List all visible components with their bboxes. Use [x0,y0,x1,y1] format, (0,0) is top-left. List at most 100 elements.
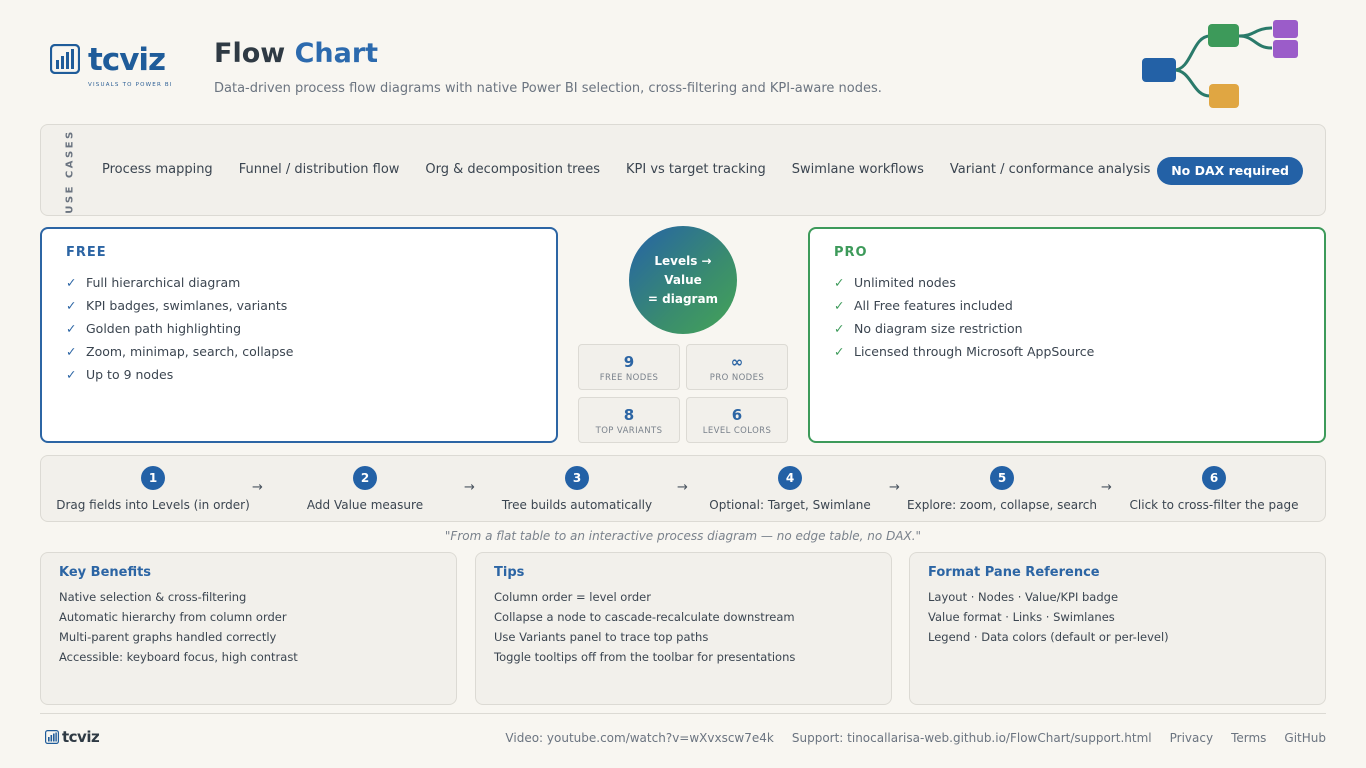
check-icon: ✓ [66,344,77,359]
feature-item: ✓ KPI badges, swimlanes, variants [66,298,293,321]
card-title: Tips [494,565,525,580]
step-label: Tree builds automatically [501,498,653,512]
stat-label: LEVEL COLORS [702,426,772,436]
use-case-item: Funnel / distribution flow [238,162,400,177]
card-title: Key Benefits [59,565,152,580]
list-item: Legend · Data colors (default or per-lev… [928,630,1169,644]
support-link[interactable]: Support: tinocallarisa-web.github.io/Flo… [792,731,1152,745]
brand-logo: tcviz VISUALS TO POWER BI [48,40,183,96]
pro-plan-card: PRO ✓ Unlimited nodes ✓ All Free features … [808,227,1326,443]
stat-value: 8 [623,406,635,424]
stat-top-variants: 8 TOP VARIANTS [578,397,680,443]
check-icon: ✓ [834,275,845,290]
hub-line: Levels → [654,253,712,268]
key-benefits-card: Key Benefits Native selection & cross-fi… [40,552,457,705]
use-case-item: Variant / conformance analysis [949,162,1151,177]
page-title: Flow Chart [214,38,378,69]
free-feature-list: ✓ Full hierarchical diagram ✓ KPI badges, … [66,275,293,390]
step-label: Click to cross-filter the page [1129,498,1299,512]
step-4: 4 Optional: Target, Swimlane [684,466,896,512]
use-case-item: Org & decomposition trees [425,162,600,177]
feature-text: Unlimited nodes [854,275,956,290]
free-plan-title: FREE [66,245,107,260]
feature-text: Full hierarchical diagram [86,275,241,290]
check-icon: ✓ [66,321,77,336]
stat-label: FREE NODES [599,373,659,383]
title-word-flow: Flow [214,38,286,69]
privacy-link[interactable]: Privacy [1170,731,1213,745]
terms-link[interactable]: Terms [1231,731,1266,745]
feature-text: Golden path highlighting [86,321,242,336]
feature-item: ✓ Zoom, minimap, search, collapse [66,344,293,367]
tagline-quote: "From a flat table to an interactive pro… [444,529,922,543]
step-number: 3 [565,466,589,490]
card-title: Format Pane Reference [928,565,1100,580]
stat-value: 9 [623,353,635,371]
stat-value: ∞ [730,353,744,371]
stat-label: PRO NODES [709,373,765,383]
footer-brand-name: tcviz [62,728,100,746]
footer-divider [40,713,1326,714]
feature-item: ✓ Licensed through Microsoft AppSource [834,344,1094,367]
list-item: Automatic hierarchy from column order [59,610,287,624]
feature-text: All Free features included [854,298,1013,313]
no-dax-badge: No DAX required [1157,157,1303,185]
tips-list: Column order = level order Collapse a no… [494,590,795,670]
video-link[interactable]: Video: youtube.com/watch?v=wXvxscw7e4k [505,731,773,745]
hub-line: Value [664,272,702,287]
use-cases-label-wrap: USE CASES [59,129,81,213]
list-item: Column order = level order [494,590,651,604]
title-word-chart: Chart [294,38,379,69]
getting-started-steps: 1 Drag fields into Levels (in order) → 2… [40,455,1326,522]
step-3: 3 Tree builds automatically [471,466,683,512]
tips-card: Tips Column order = level order Collapse… [475,552,892,705]
use-case-item: Process mapping [102,162,213,177]
stat-pro-nodes: ∞ PRO NODES [686,344,788,390]
check-icon: ✓ [66,367,77,382]
step-number: 4 [778,466,802,490]
stat-label: TOP VARIANTS [595,426,663,436]
use-cases-bar: USE CASES Process mapping Funnel / distr… [40,124,1326,216]
pro-feature-list: ✓ Unlimited nodes ✓ All Free features incl… [834,275,1094,367]
github-link[interactable]: GitHub [1284,731,1326,745]
step-2: 2 Add Value measure [259,466,471,512]
list-item: Layout · Nodes · Value/KPI badge [928,590,1119,604]
feature-text: Up to 9 nodes [86,367,174,382]
check-icon: ✓ [66,298,77,313]
page-subtitle: Data-driven process flow diagrams with n… [214,81,882,96]
step-6: 6 Click to cross-filter the page [1108,466,1320,512]
step-number: 6 [1202,466,1226,490]
list-item: Native selection & cross-filtering [59,590,247,604]
bar-chart-icon [45,730,59,744]
feature-item: ✓ Up to 9 nodes [66,367,293,390]
step-number: 1 [141,466,165,490]
stat-level-colors: 6 LEVEL COLORS [686,397,788,443]
benefits-list: Native selection & cross-filtering Autom… [59,590,298,670]
step-5: 5 Explore: zoom, collapse, search [896,466,1108,512]
stat-free-nodes: 9 FREE NODES [578,344,680,390]
list-item: Value format · Links · Swimlanes [928,610,1115,624]
stat-value: 6 [731,406,743,424]
feature-text: No diagram size restriction [854,321,1023,336]
step-label: Explore: zoom, collapse, search [907,498,1097,512]
feature-text: Zoom, minimap, search, collapse [86,344,294,359]
feature-item: ✓ No diagram size restriction [834,321,1094,344]
step-label: Add Value measure [306,498,424,512]
list-item: Accessible: keyboard focus, high contras… [59,650,298,664]
use-cases-list: Process mapping Funnel / distribution fl… [102,162,1176,177]
list-item: Multi-parent graphs handled correctly [59,630,277,644]
list-item: Use Variants panel to trace top paths [494,630,709,644]
use-cases-label: USE CASES [64,128,76,214]
use-case-item: Swimlane workflows [791,162,924,177]
flow-diagram-icon [1142,20,1298,108]
list-item: Toggle tooltips off from the toolbar for… [494,650,796,664]
feature-item: ✓ All Free features included [834,298,1094,321]
free-plan-card: FREE ✓ Full hierarchical diagram ✓ KPI bad… [40,227,558,443]
feature-text: Licensed through Microsoft AppSource [854,344,1095,359]
check-icon: ✓ [834,344,845,359]
levels-value-hub: Levels → Value = diagram [629,226,737,334]
format-pane-card: Format Pane Reference Layout · Nodes · V… [909,552,1326,705]
feature-item: ✓ Full hierarchical diagram [66,275,293,298]
brand-tagline: VISUALS TO POWER BI [88,82,173,88]
step-number: 5 [990,466,1014,490]
